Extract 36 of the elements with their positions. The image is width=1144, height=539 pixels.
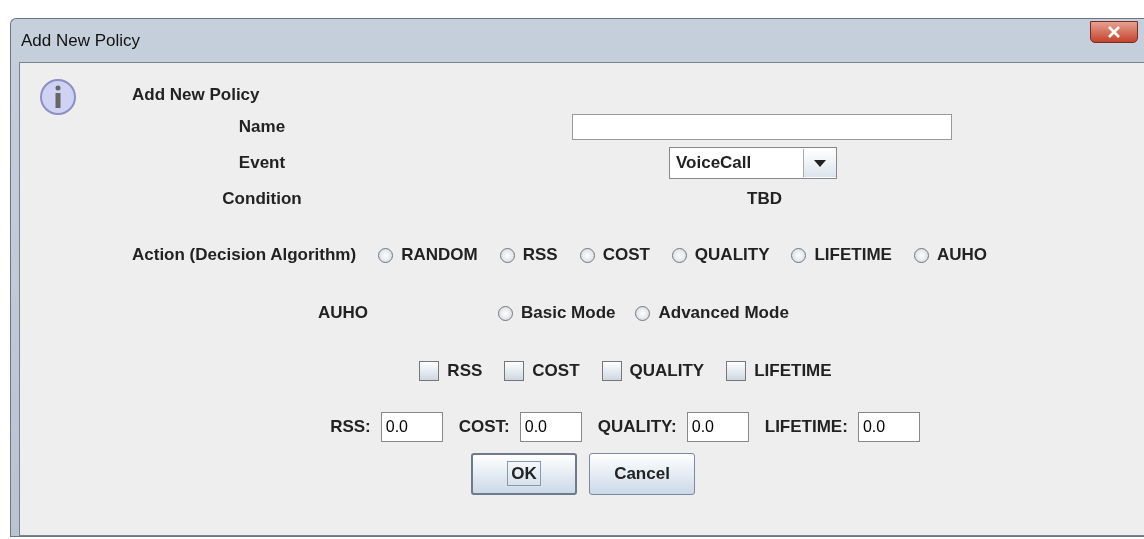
criterion-checkbox[interactable]: QUALITY bbox=[601, 361, 705, 381]
weight-label: QUALITY: bbox=[597, 417, 677, 437]
weight-label: RSS: bbox=[330, 417, 371, 437]
criterion-checkbox[interactable]: COST bbox=[504, 361, 580, 381]
field-label: Event bbox=[237, 152, 287, 174]
close-icon bbox=[1107, 25, 1121, 38]
weight-field[interactable]: 0.0 bbox=[686, 412, 749, 442]
dropdown-arrow-icon bbox=[814, 159, 826, 167]
criterion-checkbox[interactable]: LIFETIME bbox=[726, 361, 832, 381]
weight-label: COST: bbox=[458, 417, 510, 437]
auho-label: AUHO bbox=[316, 303, 368, 323]
weight-field[interactable]: 0.0 bbox=[519, 412, 582, 442]
form-heading: Add New Policy bbox=[132, 85, 261, 106]
close-button[interactable] bbox=[1090, 20, 1138, 43]
algorithm-radio[interactable]: QUALITY bbox=[671, 245, 770, 265]
field-label: Condition bbox=[221, 188, 303, 210]
weight-label: LIFETIME: bbox=[764, 417, 848, 437]
condition-value: TBD bbox=[747, 189, 782, 209]
action-label: Action (Decision Algorithm) bbox=[132, 245, 357, 265]
algorithm-radio[interactable]: RANDOM bbox=[378, 245, 478, 265]
dialog-button[interactable]: OK bbox=[471, 453, 577, 495]
algorithm-radio[interactable]: RSS bbox=[499, 245, 558, 265]
mode-radio[interactable]: Advanced Mode bbox=[635, 303, 789, 323]
algorithm-radio[interactable]: AUHO bbox=[913, 245, 987, 265]
weight-field[interactable]: 0.0 bbox=[380, 412, 443, 442]
algorithm-radio[interactable]: COST bbox=[579, 245, 650, 265]
name-field[interactable] bbox=[572, 114, 952, 140]
algorithm-radio[interactable]: LIFETIME bbox=[791, 245, 892, 265]
field-label: Name bbox=[237, 116, 287, 138]
mode-radio[interactable]: Basic Mode bbox=[498, 303, 616, 323]
info-icon bbox=[38, 77, 78, 117]
dialog-button[interactable]: Cancel bbox=[589, 453, 695, 495]
event-dropdown[interactable]: VoiceCall bbox=[669, 147, 837, 179]
window-title: Add New Policy bbox=[21, 30, 141, 51]
weight-field[interactable]: 0.0 bbox=[857, 412, 920, 442]
criterion-checkbox[interactable]: RSS bbox=[419, 361, 483, 381]
